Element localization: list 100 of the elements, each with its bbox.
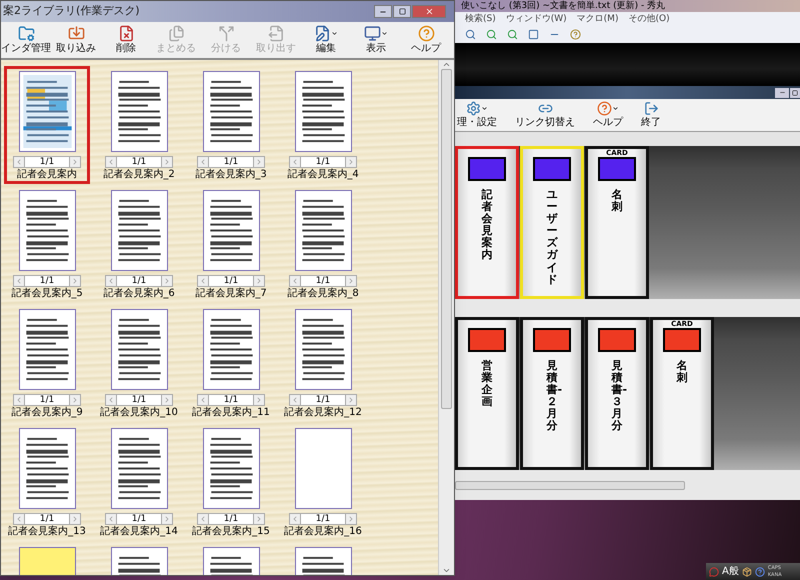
next-page-button[interactable] <box>161 394 173 406</box>
menu-item[interactable]: マクロ(M) <box>576 13 618 25</box>
previous-page-button[interactable] <box>105 394 117 406</box>
toolbar-icon <box>168 25 184 42</box>
search-up-icon[interactable] <box>507 29 518 40</box>
next-page-button[interactable] <box>345 156 357 168</box>
toolbar-button[interactable]: 表示 <box>351 25 401 55</box>
page-counter: 1/1 <box>117 275 161 287</box>
previous-page-button[interactable] <box>289 394 301 406</box>
previous-page-button[interactable] <box>197 275 209 287</box>
document-item[interactable]: 1/1 記者会見案内_4 <box>280 66 366 184</box>
binder-title: ユーザーズガイド <box>546 189 558 286</box>
next-page-button[interactable] <box>69 275 81 287</box>
next-page-button[interactable] <box>253 275 265 287</box>
binder[interactable]: 記者会見案内 <box>455 146 519 299</box>
toolbar-icon <box>314 25 331 42</box>
binder[interactable]: 営業企画 <box>455 317 519 470</box>
binder[interactable]: 見積書-２月分 <box>520 317 584 470</box>
maximize-button[interactable] <box>393 5 411 18</box>
document-name: 記者会見案内_9 <box>11 406 83 419</box>
binder[interactable]: ユーザーズガイド <box>520 146 584 299</box>
previous-page-button[interactable] <box>13 394 25 406</box>
ime-indicator[interactable]: 般 <box>728 566 739 578</box>
toolbar-button[interactable]: 理・設定 <box>455 99 499 129</box>
window-icon[interactable] <box>528 29 539 40</box>
toolbar-button[interactable]: ヘルプ <box>591 99 625 129</box>
document-name: 記者会見案内_4 <box>287 168 359 181</box>
next-page-button[interactable] <box>69 513 81 525</box>
document-item[interactable]: 1/1 記者会見案内_12 <box>280 304 366 422</box>
previous-page-button[interactable] <box>105 513 117 525</box>
next-page-button[interactable] <box>161 156 173 168</box>
scroll-up-icon[interactable] <box>442 60 451 69</box>
menu-item[interactable]: 検索(S) <box>465 13 496 25</box>
next-page-button[interactable] <box>69 156 81 168</box>
document-item[interactable]: 1/1 記者会見案内_14 <box>96 423 182 541</box>
scrollbar-thumb[interactable] <box>441 69 452 409</box>
document-item[interactable]: 1/1 記者会見案内_10 <box>96 304 182 422</box>
vertical-scrollbar[interactable] <box>438 60 454 575</box>
toolbar-icon <box>68 25 84 42</box>
document-item[interactable]: 1/1 記者会見案内_15 <box>188 423 274 541</box>
search-down-icon[interactable] <box>486 29 497 40</box>
next-page-button[interactable] <box>161 513 173 525</box>
help-icon[interactable] <box>570 29 581 40</box>
previous-page-button[interactable] <box>105 275 117 287</box>
toolbar-button[interactable]: 編集 <box>301 25 351 55</box>
maximize-button[interactable] <box>790 88 800 98</box>
alert-icon[interactable] <box>709 566 719 576</box>
previous-page-button[interactable] <box>289 513 301 525</box>
document-item[interactable]: 1/1 記者会見案内_9 <box>4 304 90 422</box>
previous-page-button[interactable] <box>13 275 25 287</box>
next-page-button[interactable] <box>253 156 265 168</box>
search-icon[interactable] <box>465 29 476 40</box>
page-counter: 1/1 <box>25 394 69 406</box>
document-item[interactable]: 1/1 記者会見案内_3 <box>188 66 274 184</box>
horizontal-scrollbar[interactable] <box>455 480 685 490</box>
toolbar-button[interactable]: 取り込み <box>51 25 101 55</box>
scroll-down-icon[interactable] <box>442 566 451 575</box>
previous-page-button[interactable] <box>13 513 25 525</box>
help-icon[interactable] <box>754 566 765 576</box>
previous-page-button[interactable] <box>105 156 117 168</box>
next-page-button[interactable] <box>253 513 265 525</box>
caret-icon <box>381 30 388 37</box>
previous-page-button[interactable] <box>197 513 209 525</box>
document-item[interactable]: 1/1 記者会見案内_16 <box>280 423 366 541</box>
document-item[interactable]: 1/1 記者会見案内_6 <box>96 185 182 303</box>
next-page-button[interactable] <box>345 394 357 406</box>
toolbar-button[interactable]: リンク切替え <box>513 99 577 129</box>
previous-page-button[interactable] <box>289 156 301 168</box>
document-item[interactable]: 1/1 記者会見案内_5 <box>4 185 90 303</box>
menu-item[interactable]: その他(O) <box>628 13 670 25</box>
document-item[interactable]: 1/1 記者会見案内_8 <box>280 185 366 303</box>
previous-page-button[interactable] <box>13 156 25 168</box>
window-title: 使いこなし (第3回) ~文書を簡単.txt (更新) - 秀丸 <box>460 0 666 12</box>
box-icon[interactable] <box>742 566 752 576</box>
document-name: 記者会見案内_6 <box>103 287 175 300</box>
toolbar-button[interactable]: インダ管理 <box>1 25 51 55</box>
previous-page-button[interactable] <box>289 275 301 287</box>
document-name: 記者会見案内_12 <box>284 406 362 419</box>
toolbar-button[interactable]: 終了 <box>639 99 663 129</box>
next-page-button[interactable] <box>69 394 81 406</box>
menu-item[interactable]: ウィンドウ(W) <box>506 13 567 25</box>
window-title: 案2ライブラリ(作業デスク) <box>2 3 140 20</box>
next-page-button[interactable] <box>345 513 357 525</box>
minimize-button[interactable] <box>775 88 789 98</box>
next-page-button[interactable] <box>161 275 173 287</box>
document-item[interactable]: 1/1 記者会見案内_13 <box>4 423 90 541</box>
next-page-button[interactable] <box>345 275 357 287</box>
next-page-button[interactable] <box>253 394 265 406</box>
document-item[interactable]: 1/1 記者会見案内 <box>4 66 90 184</box>
document-item[interactable]: 1/1 記者会見案内_2 <box>96 66 182 184</box>
page-thumbnail[interactable] <box>294 428 352 509</box>
minimize-button[interactable] <box>374 5 392 18</box>
previous-page-button[interactable] <box>197 394 209 406</box>
previous-page-button[interactable] <box>197 156 209 168</box>
binder[interactable]: 見積書-３月分 <box>585 317 649 470</box>
document-item[interactable]: 1/1 記者会見案内_7 <box>188 185 274 303</box>
document-item[interactable]: 1/1 記者会見案内_11 <box>188 304 274 422</box>
toolbar-button[interactable]: 削除 <box>101 25 151 55</box>
toolbar-button[interactable]: ヘルプ <box>401 25 451 55</box>
ime-indicator[interactable]: A <box>722 566 729 578</box>
